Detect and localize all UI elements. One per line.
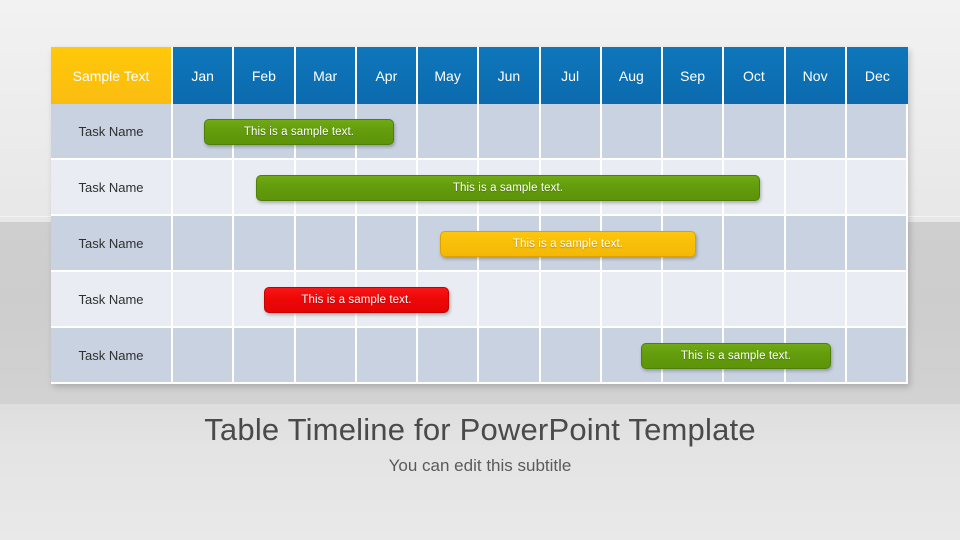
timeline-cell[interactable] [479, 328, 541, 384]
timeline-cell[interactable] [785, 104, 847, 160]
header-month-text: Feb [251, 67, 276, 84]
timeline-cell[interactable] [846, 160, 908, 216]
header-cell-sep[interactable]: Sep [663, 47, 725, 104]
slide-canvas: Sample Text Jan Feb Mar Apr May Jun Jul [0, 0, 960, 540]
gantt-bar-text: This is a sample text. [301, 294, 412, 306]
timeline-cell[interactable] [418, 328, 480, 384]
task-name-text: Task Name [78, 179, 144, 195]
header-month-text: Jul [561, 67, 580, 84]
timeline-cell[interactable] [173, 216, 235, 272]
timeline-cell[interactable] [540, 104, 602, 160]
task-name-cell[interactable]: Task Name [51, 216, 173, 272]
gantt-bar-text: This is a sample text. [512, 238, 624, 250]
table-row[interactable]: Task Name [51, 104, 908, 160]
task-name-text: Task Name [78, 347, 144, 363]
task-name-text: Task Name [78, 291, 144, 307]
task-name-cell[interactable]: Task Name [51, 104, 173, 160]
timeline-cell[interactable] [540, 328, 602, 384]
header-month-text: May [434, 67, 461, 84]
header-month-text: Dec [864, 67, 890, 84]
timeline-cell[interactable] [479, 272, 541, 328]
header-cell-label[interactable]: Sample Text [51, 47, 173, 104]
header-cell-jan[interactable]: Jan [173, 47, 235, 104]
gantt-bar-text: This is a sample text. [680, 350, 792, 362]
timeline-table: Sample Text Jan Feb Mar Apr May Jun Jul [51, 47, 908, 384]
header-cell-mar[interactable]: Mar [295, 47, 357, 104]
timeline-cell[interactable] [663, 272, 725, 328]
table-row[interactable]: Task Name [51, 272, 908, 328]
page-subtitle: You can edit this subtitle [388, 456, 572, 475]
timeline-cell[interactable] [173, 328, 235, 384]
header-label-text: Sample Text [72, 67, 150, 84]
header-cell-aug[interactable]: Aug [601, 47, 663, 104]
header-month-text: Aug [618, 67, 644, 84]
timeline-cell[interactable] [173, 160, 235, 216]
timeline-cell[interactable] [295, 328, 357, 384]
header-month-text: Nov [802, 67, 828, 84]
header-month-text: Apr [375, 67, 398, 84]
gantt-bar[interactable]: This is a sample text. [256, 175, 760, 201]
page-title: Table Timeline for PowerPoint Template [204, 412, 756, 447]
timeline-cell[interactable] [785, 216, 847, 272]
header-cell-dec[interactable]: Dec [846, 47, 908, 104]
timeline-cell[interactable] [846, 272, 908, 328]
header-month-text: Jun [497, 67, 521, 84]
timeline-cell[interactable] [846, 328, 908, 384]
timeline-cell[interactable] [601, 104, 663, 160]
gantt-bar[interactable]: This is a sample text. [264, 287, 449, 313]
timeline-cell[interactable] [846, 104, 908, 160]
timeline-cell[interactable] [418, 104, 480, 160]
timeline-cell[interactable] [601, 272, 663, 328]
task-name-cell[interactable]: Task Name [51, 328, 173, 384]
gantt-bar[interactable]: This is a sample text. [440, 231, 696, 257]
timeline-cell[interactable] [724, 272, 786, 328]
header-cell-apr[interactable]: Apr [356, 47, 418, 104]
gantt-bar[interactable]: This is a sample text. [641, 343, 831, 369]
header-month-text: Oct [742, 67, 765, 84]
timeline-cell[interactable] [356, 328, 418, 384]
task-name-text: Task Name [78, 235, 144, 251]
timeline-cell[interactable] [295, 216, 357, 272]
timeline-cell[interactable] [846, 216, 908, 272]
header-cell-oct[interactable]: Oct [724, 47, 786, 104]
timeline-cell[interactable] [234, 216, 296, 272]
timeline-cell[interactable] [479, 104, 541, 160]
gantt-bar-text: This is a sample text. [452, 182, 564, 194]
header-month-text: Sep [680, 67, 706, 84]
header-month-text: Jan [191, 67, 214, 84]
task-name-text: Task Name [78, 123, 144, 139]
task-name-cell[interactable]: Task Name [51, 272, 173, 328]
timeline-cell[interactable] [785, 272, 847, 328]
timeline-cell[interactable] [540, 272, 602, 328]
header-cell-jun[interactable]: Jun [479, 47, 541, 104]
header-month-text: Mar [313, 67, 338, 84]
header-cell-jul[interactable]: Jul [540, 47, 602, 104]
gantt-bar-text: This is a sample text. [243, 126, 355, 138]
timeline-cell[interactable] [724, 216, 786, 272]
timeline-cell[interactable] [785, 160, 847, 216]
header-cell-feb[interactable]: Feb [234, 47, 296, 104]
timeline-cell[interactable] [173, 272, 235, 328]
timeline-cell[interactable] [724, 104, 786, 160]
timeline-cell[interactable] [234, 328, 296, 384]
header-cell-may[interactable]: May [418, 47, 480, 104]
table-header-row: Sample Text Jan Feb Mar Apr May Jun Jul [51, 47, 908, 104]
header-cell-nov[interactable]: Nov [785, 47, 847, 104]
task-name-cell[interactable]: Task Name [51, 160, 173, 216]
timeline-cell[interactable] [356, 216, 418, 272]
gantt-bar[interactable]: This is a sample text. [204, 119, 394, 145]
timeline-cell[interactable] [663, 104, 725, 160]
